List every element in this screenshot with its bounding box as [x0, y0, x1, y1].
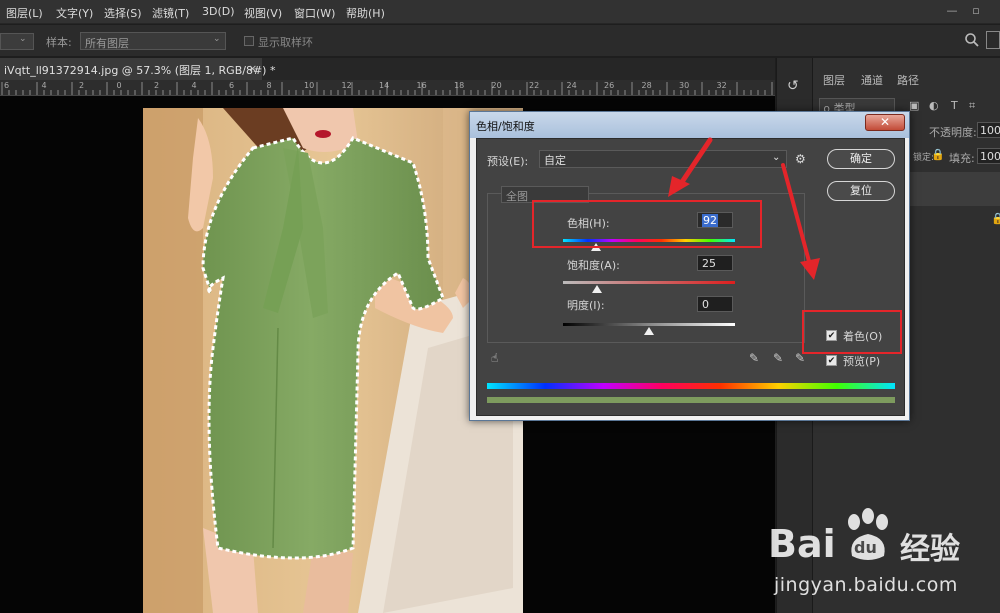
watermark-brand-suffix: 经验 [900, 532, 960, 567]
baidu-jingyan-watermark: Bai du 经验 jingyan.baidu.com [768, 500, 998, 610]
baidu-paw-logo: du [840, 508, 896, 564]
watermark-url: jingyan.baidu.com [774, 574, 958, 596]
watermark-brand: Bai [768, 522, 836, 566]
watermark-du: du [854, 538, 877, 557]
